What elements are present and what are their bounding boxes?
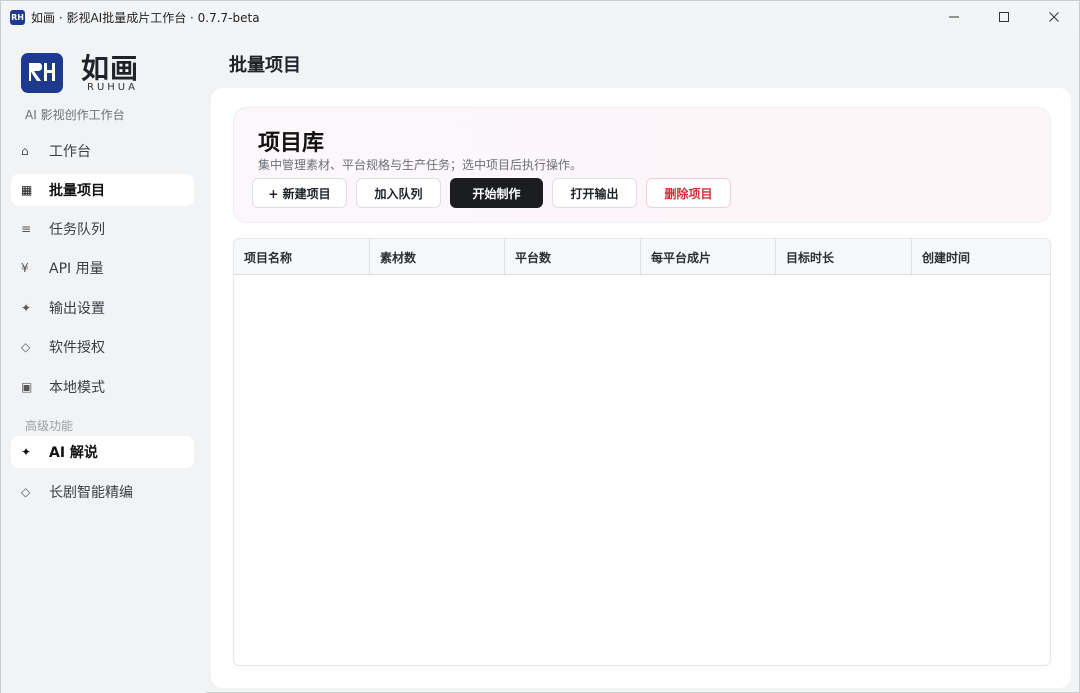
minimize-button[interactable] <box>931 1 977 33</box>
column-header-created-time[interactable]: 创建时间 <box>912 239 1050 275</box>
home-icon: ⌂ <box>21 144 29 158</box>
column-header-target-duration[interactable]: 目标时长 <box>776 239 912 275</box>
table-body <box>234 275 1050 665</box>
card-title: 项目库 <box>258 131 325 156</box>
app-icon: RH <box>10 10 25 25</box>
sidebar-item-license[interactable]: ◇ 软件授权 <box>11 331 194 363</box>
logo-subtitle: RUHUA <box>87 82 138 93</box>
project-library-card: 项目库 集中管理素材、平台规格与生产任务；选中项目后执行操作。 + 新建项目 加… <box>233 107 1051 223</box>
maximize-button[interactable] <box>981 1 1027 33</box>
delete-project-button[interactable]: 删除项目 <box>646 178 731 208</box>
column-header-platform-count[interactable]: 平台数 <box>505 239 641 275</box>
sidebar-item-long-drama-edit[interactable]: ◇ 长剧智能精编 <box>11 476 194 508</box>
sidebar-caption: AI 影视创作工作台 <box>25 108 125 122</box>
sidebar: 如画 RUHUA AI 影视创作工作台 ⌂ 工作台 ▦ 批量项目 ≡ 任务队列 … <box>1 33 206 693</box>
yen-icon: ¥ <box>21 261 29 275</box>
add-to-queue-button[interactable]: 加入队列 <box>356 178 441 208</box>
square-icon: ▣ <box>21 380 33 394</box>
column-header-asset-count[interactable]: 素材数 <box>370 239 505 275</box>
column-header-videos-per-platform[interactable]: 每平台成片 <box>641 239 776 275</box>
sidebar-item-label: 软件授权 <box>49 340 105 356</box>
title-bar: RH 如画 · 影视AI批量成片工作台 · 0.7.7-beta <box>1 1 1079 33</box>
sparkle-icon: ✦ <box>21 445 32 459</box>
logo-title: 如画 <box>81 52 140 85</box>
section-label-advanced: 高级功能 <box>25 419 74 433</box>
app-window: RH 如画 · 影视AI批量成片工作台 · 0.7.7-beta 如画 RUHU… <box>0 0 1080 693</box>
close-icon <box>1049 12 1059 22</box>
column-header-project-name[interactable]: 项目名称 <box>234 239 370 275</box>
maximize-icon <box>999 12 1009 22</box>
project-table: 项目名称 素材数 平台数 每平台成片 目标时长 创建时间 <box>233 238 1051 666</box>
sidebar-item-label: AI 解说 <box>49 445 98 461</box>
sidebar-item-label: API 用量 <box>49 261 104 277</box>
diamond-icon: ◇ <box>21 485 31 499</box>
sidebar-item-task-queue[interactable]: ≡ 任务队列 <box>11 213 194 245</box>
sidebar-item-label: 任务队列 <box>49 222 105 238</box>
main-panel: 项目库 集中管理素材、平台规格与生产任务；选中项目后执行操作。 + 新建项目 加… <box>211 88 1071 688</box>
sidebar-item-label: 输出设置 <box>49 301 105 317</box>
minimize-icon <box>949 16 959 18</box>
sidebar-item-label: 长剧智能精编 <box>49 485 133 501</box>
new-project-button[interactable]: + 新建项目 <box>252 178 347 208</box>
open-output-button[interactable]: 打开输出 <box>552 178 637 208</box>
sidebar-item-label: 工作台 <box>49 144 91 160</box>
card-description: 集中管理素材、平台规格与生产任务；选中项目后执行操作。 <box>258 158 583 172</box>
table-header: 项目名称 素材数 平台数 每平台成片 目标时长 创建时间 <box>234 239 1050 275</box>
sidebar-item-api-usage[interactable]: ¥ API 用量 <box>11 252 194 284</box>
sparkle-icon: ✦ <box>21 301 32 315</box>
grid-icon: ▦ <box>21 183 33 197</box>
sidebar-item-label: 批量项目 <box>49 183 105 199</box>
start-production-button[interactable]: 开始制作 <box>450 178 543 208</box>
window-title: 如画 · 影视AI批量成片工作台 · 0.7.7-beta <box>31 11 260 25</box>
sidebar-item-batch-projects[interactable]: ▦ 批量项目 <box>11 174 194 206</box>
sidebar-item-local-mode[interactable]: ▣ 本地模式 <box>11 371 194 403</box>
close-button[interactable] <box>1031 1 1077 33</box>
sidebar-item-output-settings[interactable]: ✦ 输出设置 <box>11 292 194 324</box>
sidebar-item-workbench[interactable]: ⌂ 工作台 <box>11 135 194 167</box>
diamond-icon: ◇ <box>21 340 31 354</box>
sidebar-item-label: 本地模式 <box>49 380 105 396</box>
sidebar-item-ai-narration[interactable]: ✦ AI 解说 <box>11 436 194 468</box>
page-title: 批量项目 <box>229 55 301 76</box>
list-icon: ≡ <box>21 222 32 236</box>
logo-icon <box>21 53 63 93</box>
